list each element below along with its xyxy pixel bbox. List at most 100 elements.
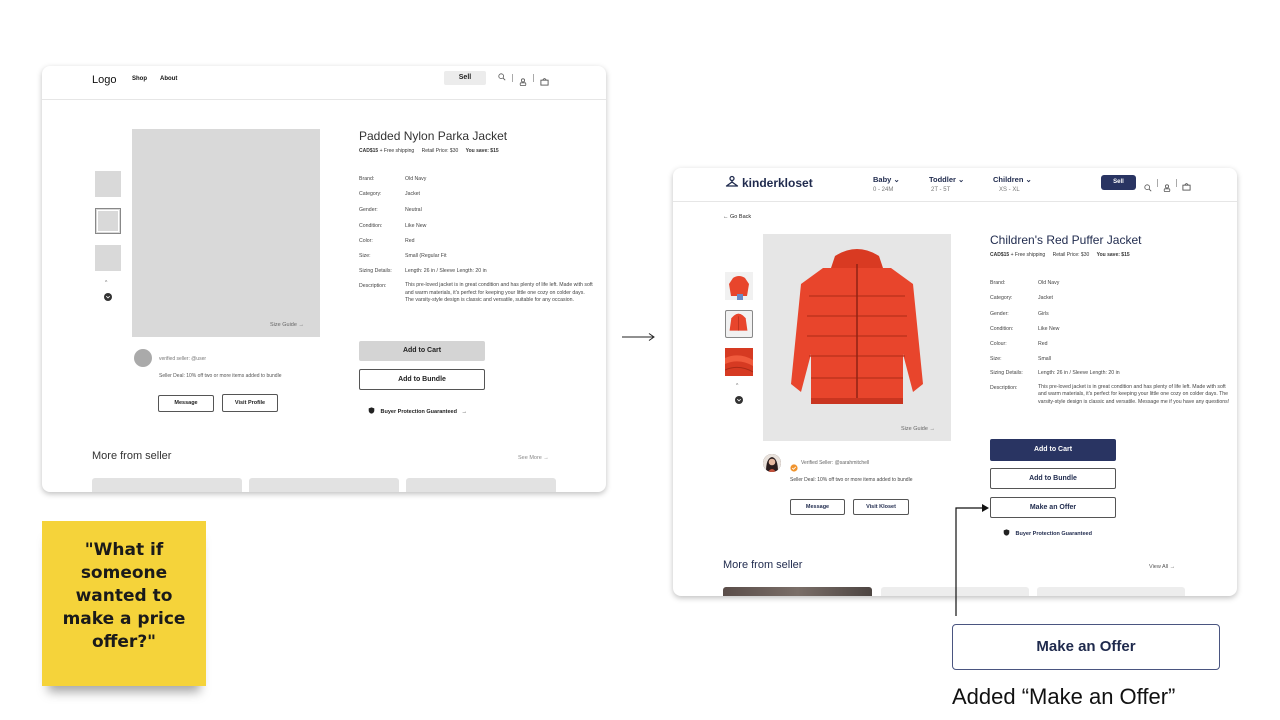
add-to-cart-button[interactable]: Add to Cart [990,439,1116,461]
avatar[interactable] [134,349,152,367]
sell-button[interactable]: Sell [1101,175,1136,190]
nav-baby[interactable]: Baby ⌄ [873,175,900,184]
make-an-offer-button[interactable]: Make an Offer [990,497,1116,518]
logo[interactable]: Logo [92,74,116,86]
spec-value: Jacket [405,191,420,197]
divider [512,74,513,82]
spec-key: Description: [359,283,387,289]
spec-value: This pre-loved jacket is in great condit… [405,282,593,303]
verified-seller[interactable]: verified seller: @user [159,356,206,362]
arrow-right-icon: → [929,426,935,432]
sell-button[interactable]: Sell [444,71,486,85]
message-button[interactable]: Message [790,499,845,515]
spec-key: Size: [990,356,1002,362]
spec-value: Small (Regular Fit [405,253,447,259]
spec-value: Red [1038,341,1048,347]
view-all-link[interactable]: View All → [1149,564,1175,570]
nav-shop[interactable]: Shop [132,76,147,82]
avatar[interactable] [763,454,781,472]
go-back-link[interactable]: ← Go Back [723,214,751,220]
seller-deal: Seller Deal: 10% off two or more items a… [159,373,282,379]
spec-value: Like New [405,223,427,229]
size-guide-link[interactable]: Size Guide → [901,426,935,432]
spec-key: Brand: [359,176,375,182]
add-to-bundle-button[interactable]: Add to Bundle [990,468,1116,489]
price: CAD$15 [990,252,1010,258]
thumbnail[interactable] [95,171,121,197]
nav-children-sub: XS - XL [999,187,1020,193]
see-more-link[interactable]: See More → [518,455,549,461]
user-icon[interactable] [1163,179,1171,197]
header-divider [42,99,606,100]
header-divider [673,201,1237,202]
chevron-down-icon[interactable] [104,293,112,301]
nav-baby-sub: 0 - 24M [873,187,894,193]
verified-badge-icon [790,459,798,477]
arrow-right-icon: → [1169,564,1176,570]
divider [533,74,534,82]
product-image [763,234,951,441]
size-guide-link[interactable]: Size Guide → [270,322,304,328]
visit-profile-button[interactable]: Visit Profile [222,394,278,412]
chevron-down-icon: ⌄ [958,175,965,184]
nav-toddler-sub: 2T - 5T [931,187,951,193]
buyer-protection[interactable]: Buyer Protection Guaranteed → [368,407,467,415]
product-card[interactable] [249,478,399,492]
spec-value: Girls [1038,311,1049,317]
thumbnail[interactable] [725,348,753,376]
divider [1176,179,1177,187]
spec-key: Colour: [990,341,1007,347]
spec-value: Red [405,238,415,244]
basket-icon[interactable] [540,73,549,91]
red-puffer-jacket-icon [791,249,923,404]
verified-seller[interactable]: Verified Seller: @sarahmitchell [801,460,869,466]
spec-key: Color: [359,238,373,244]
callout-connector [955,504,989,616]
chevron-down-icon[interactable] [735,396,743,404]
spec-value: This pre-loved jacket is in great condit… [1038,384,1230,405]
thumbnail[interactable] [95,245,121,271]
search-icon[interactable] [1144,179,1152,197]
chevron-up-icon[interactable]: ^ [105,280,107,286]
sticky-note: "What if someone wanted to make a price … [42,521,206,686]
transition-arrow-icon [622,333,655,341]
chevron-up-icon[interactable]: ^ [736,383,738,389]
logo[interactable]: kinderkloset [742,176,813,190]
more-from-seller-title: More from seller [92,450,172,462]
message-button[interactable]: Message [158,395,214,412]
nav-toddler[interactable]: Toddler ⌄ [929,175,964,184]
spec-value: Old Navy [405,176,427,182]
make-an-offer-callout[interactable]: Make an Offer [952,624,1220,670]
thumbnail-selected[interactable] [725,310,753,338]
product-card[interactable] [406,478,556,492]
product-card[interactable] [1037,587,1185,596]
visit-kloset-button[interactable]: Visit Kloset [853,499,909,515]
product-card[interactable] [723,587,872,596]
retail-price: Retail Price: $30 [1052,252,1090,258]
user-icon[interactable] [519,73,527,91]
spec-value: Length: 26 in / Sleeve Length: 20 in [405,268,487,274]
seller-deal: Seller Deal: 10% off two or more items a… [790,477,913,483]
add-to-bundle-button[interactable]: Add to Bundle [359,369,485,390]
spec-key: Sizing Details: [359,268,392,274]
product-card[interactable] [92,478,242,492]
nav-children[interactable]: Children ⌄ [993,175,1032,184]
view-all-label: View All [1149,564,1169,570]
arrow-right-icon: → [298,322,304,328]
shield-icon [1003,529,1010,537]
buyer-protection[interactable]: Buyer Protection Guaranteed [1003,529,1092,537]
retail-price: Retail Price: $30 [421,148,459,154]
spec-key: Condition: [990,326,1014,332]
basket-icon[interactable] [1182,178,1191,196]
nav-about[interactable]: About [160,76,177,82]
thumbnail-selected[interactable] [95,208,121,234]
add-to-cart-button[interactable]: Add to Cart [359,341,485,361]
chevron-down-icon: ⌄ [893,175,900,184]
product-title: Padded Nylon Parka Jacket [359,129,508,143]
size-guide-label: Size Guide [901,426,928,432]
shipping: + Free shipping [1010,252,1046,258]
arrow-right-icon: → [461,409,467,415]
search-icon[interactable] [498,73,506,83]
thumbnail[interactable] [725,272,753,300]
protection-label: Buyer Protection Guaranteed [1015,531,1092,537]
